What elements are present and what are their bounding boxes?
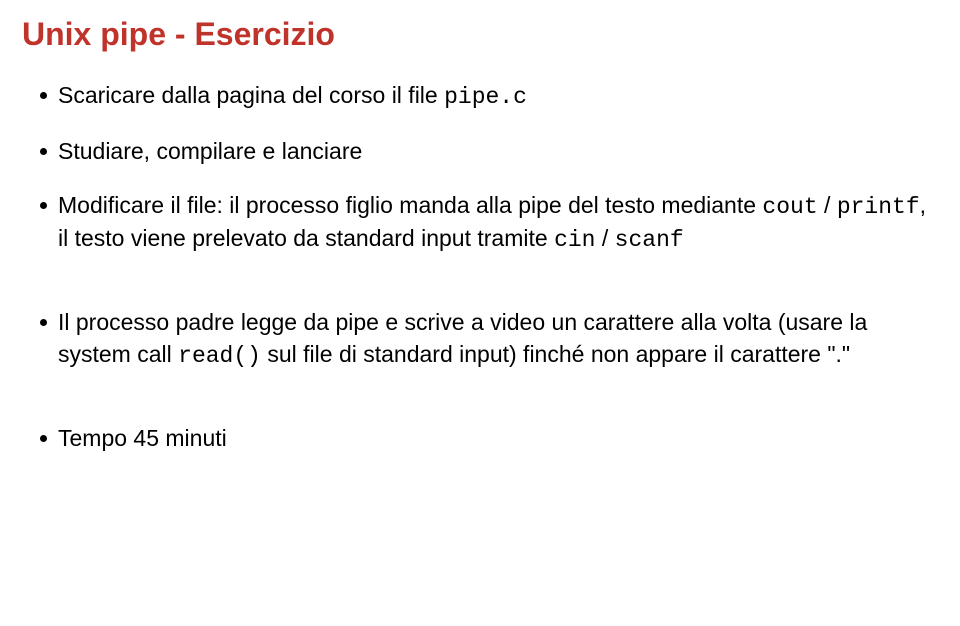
bullet-group-1b: Studiare, compilare e lanciare [22, 136, 938, 168]
bullet-group-2: Il processo padre legge da pipe e scrive… [22, 307, 938, 372]
bullet-1-text: Scaricare dalla pagina del corso il file [58, 82, 444, 108]
bullet-3-code-3: cin [554, 227, 595, 253]
bullet-3-code-4: scanf [615, 227, 684, 253]
bullet-5-text: Tempo 45 minuti [58, 425, 227, 451]
bullet-3-slash-1: / [818, 192, 837, 218]
bullet-item-5: Tempo 45 minuti [40, 423, 938, 455]
bullet-4-code-1: read() [178, 343, 261, 369]
bullet-group-1: Scaricare dalla pagina del corso il file… [22, 80, 938, 114]
bullet-3-text-1: Modificare il file: il processo figlio m… [58, 192, 762, 218]
bullet-3-slash-2: / [595, 225, 614, 251]
bullet-item-4: Il processo padre legge da pipe e scrive… [40, 307, 938, 372]
bullet-item-3: Modificare il file: il processo figlio m… [40, 190, 938, 257]
slide-title: Unix pipe - Esercizio [22, 12, 938, 56]
bullet-3-code-2: printf [837, 194, 920, 220]
bullet-group-1c: Modificare il file: il processo figlio m… [22, 190, 938, 257]
bullet-item-2: Studiare, compilare e lanciare [40, 136, 938, 168]
bullet-item-1: Scaricare dalla pagina del corso il file… [40, 80, 938, 114]
bullet-1-code: pipe.c [444, 84, 527, 110]
bullet-group-3: Tempo 45 minuti [22, 423, 938, 455]
bullet-4-text-2: sul file di standard input) finché non a… [261, 341, 850, 367]
bullet-2-text: Studiare, compilare e lanciare [58, 138, 362, 164]
bullet-3-code-1: cout [762, 194, 817, 220]
